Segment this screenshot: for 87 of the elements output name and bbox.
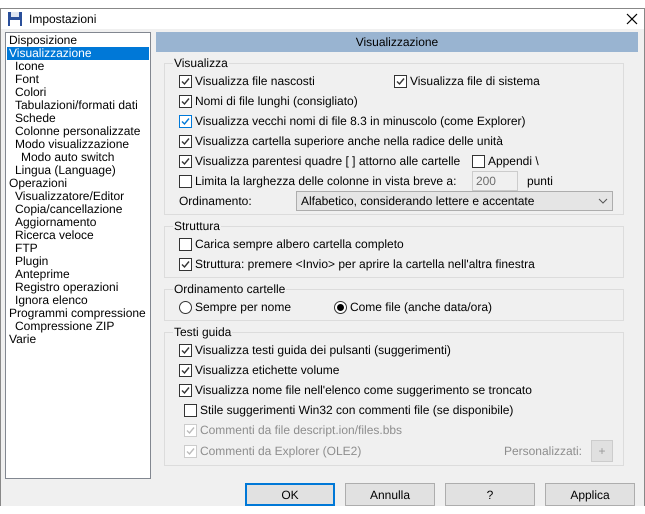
tree-item[interactable]: Ignora elenco	[7, 294, 149, 307]
checkbox-label: Carica sempre albero cartella completo	[194, 237, 404, 251]
checkbox[interactable]	[184, 404, 197, 416]
checkbox[interactable]	[178, 174, 192, 188]
checkbox[interactable]	[178, 344, 192, 356]
sort-dropdown[interactable]: Alfabetico, considerando lettere e accentate	[296, 191, 613, 211]
panel-header: Visualizzazione	[156, 32, 638, 52]
tree-item[interactable]: Colonne personalizzate	[7, 125, 149, 138]
tree-item[interactable]: Colori	[7, 86, 149, 99]
tree-item[interactable]: Copia/cancellazione	[7, 203, 149, 216]
group-title: Struttura	[172, 219, 221, 233]
checkbox-label: Visualizza vecchi nomi di file 8.3 in minuscolo (come Explorer)	[194, 114, 526, 128]
tree-item[interactable]: Varie	[7, 333, 149, 346]
tree-item[interactable]: FTP	[7, 242, 149, 255]
check-icon	[180, 76, 190, 86]
check-icon	[180, 366, 190, 374]
tree-item[interactable]: Plugin	[7, 255, 149, 268]
dialog-button[interactable]: OK	[245, 483, 335, 506]
checkbox[interactable]	[178, 94, 192, 108]
label: Ordinamento:	[178, 194, 252, 208]
tree-item[interactable]: Schede	[7, 112, 149, 125]
tree-item[interactable]: Lingua (Language)	[7, 164, 149, 177]
checkbox[interactable]	[178, 134, 192, 148]
checkbox[interactable]	[178, 238, 192, 250]
check-icon	[180, 386, 190, 394]
checkbox[interactable]	[472, 154, 485, 168]
tree-item[interactable]: Modo visualizzazione	[7, 138, 149, 151]
chevron-down-icon	[598, 198, 608, 204]
checkbox[interactable]	[178, 258, 192, 270]
check-icon	[180, 156, 190, 166]
window-title: Impostazioni	[29, 12, 98, 26]
checkbox[interactable]	[178, 364, 192, 376]
group-title: Ordinamento cartelle	[172, 282, 286, 296]
tree-item[interactable]: Modo auto switch	[7, 151, 149, 164]
check-icon	[180, 116, 190, 126]
checkbox-label: Visualizza cartella superiore anche nella radice delle unità	[194, 134, 503, 148]
tree-item[interactable]: Anteprime	[7, 268, 149, 281]
checkbox[interactable]	[394, 74, 407, 88]
check-icon	[186, 446, 195, 456]
checkbox-label: Struttura: premere <Invio> per aprire la cartella nell'altra finestra	[194, 257, 535, 271]
dialog-button[interactable]: Applica	[545, 483, 635, 506]
group-title: Testi guida	[172, 325, 232, 339]
group-title: Visualizza	[172, 56, 229, 70]
checkbox-label: Visualizza file nascosti	[194, 74, 315, 88]
checkbox-label: Visualizza testi guida dei pulsanti (suggerimenti)	[194, 343, 451, 357]
checkbox[interactable]	[178, 154, 192, 168]
tree-item[interactable]: Icone	[7, 60, 149, 73]
checkbox-label: Visualizza file di sistema	[410, 74, 540, 88]
tree-item[interactable]: Tabulazioni/formati dati	[7, 99, 149, 112]
checkbox-label: Limita la larghezza delle colonne in vista breve a:	[194, 174, 456, 188]
check-icon	[396, 76, 405, 86]
tree-item[interactable]: Disposizione	[7, 34, 149, 47]
tree-item[interactable]: Registro operazioni	[7, 281, 149, 294]
checkbox-label: Visualizza etichette volume	[194, 363, 340, 377]
check-icon	[180, 96, 190, 106]
tree-item[interactable]: Operazioni	[7, 177, 149, 190]
check-icon	[180, 136, 190, 146]
tree-item[interactable]: Ricerca veloce	[7, 229, 149, 242]
radio-dot-icon	[336, 304, 344, 310]
radio-label: Come file (anche data/ora)	[350, 300, 492, 314]
label: Personalizzati:	[504, 444, 582, 458]
radio-button[interactable]	[334, 300, 347, 314]
checkbox[interactable]	[178, 74, 192, 88]
close-icon[interactable]	[626, 13, 638, 25]
tree-item[interactable]: Compressione ZIP	[7, 320, 149, 333]
radio-button[interactable]	[178, 300, 192, 314]
checkbox-label: Nomi di file lunghi (consigliato)	[194, 94, 358, 108]
check-icon	[180, 346, 190, 354]
checkbox-label: Commenti da file descript.ion/files.bbs	[200, 423, 402, 437]
checkbox-label: Stile suggerimenti Win32 con commenti file (se disponibile)	[200, 403, 514, 417]
checkbox-label: Visualizza nome file nell'elenco come suggerimento se troncato	[194, 383, 532, 397]
checkbox[interactable]	[178, 384, 192, 396]
checkbox[interactable]	[178, 114, 192, 128]
radio-label: Sempre per nome	[194, 300, 291, 314]
label: punti	[526, 174, 553, 188]
tree-item[interactable]: Programmi compressione	[7, 307, 149, 320]
tree-item[interactable]: Font	[7, 73, 149, 86]
tree-item[interactable]: Visualizzazione	[7, 47, 149, 60]
checkbox-label: Visualizza parentesi quadre [ ] attorno alle cartelle	[194, 154, 460, 168]
check-icon	[186, 426, 195, 434]
dialog-button[interactable]: Annulla	[345, 483, 435, 506]
check-icon	[180, 260, 190, 268]
dialog-button[interactable]: ?	[445, 483, 535, 506]
tree-item[interactable]: Aggiornamento	[7, 216, 149, 229]
checkbox-label: Commenti da Explorer (OLE2)	[200, 444, 362, 458]
tree-item[interactable]: Visualizzatore/Editor	[7, 190, 149, 203]
checkbox-label: Appendi \	[488, 154, 539, 168]
